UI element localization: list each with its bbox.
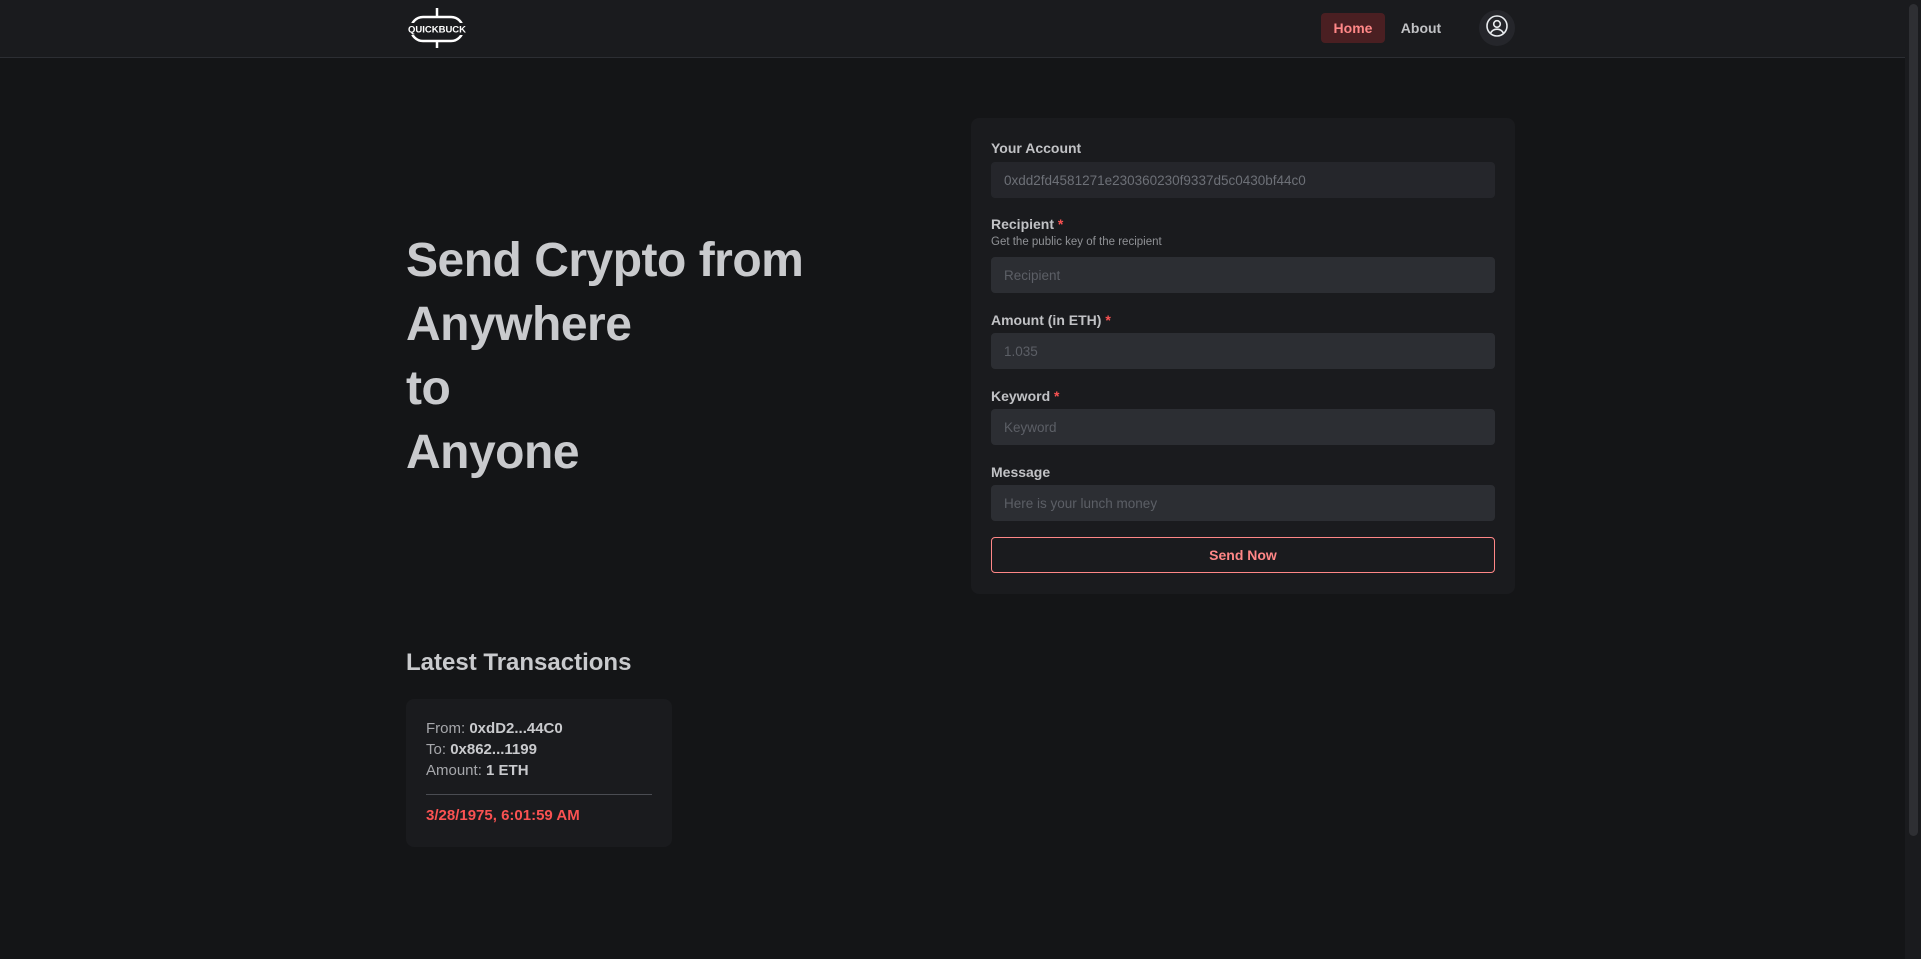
message-label: Message xyxy=(991,464,1051,480)
amount-label: Amount (in ETH) * xyxy=(991,312,1111,328)
tx-from-address: 0xdD2...44C0 xyxy=(469,720,563,737)
tx-from-label: From: xyxy=(426,720,466,737)
account-label: Your Account xyxy=(991,140,1082,156)
message-input[interactable] xyxy=(991,485,1495,521)
hero-line: Anywhere xyxy=(406,298,632,351)
recipient-label: Recipient * xyxy=(991,216,1063,232)
send-form-card: Your Account Recipient * Get the public … xyxy=(971,118,1515,594)
page: QUICKBUCK Home About Send Crypto from An… xyxy=(0,0,1921,959)
amount-label-text: Amount (in ETH) xyxy=(991,312,1102,328)
tx-amount: Amount: 1 ETH xyxy=(426,762,529,779)
tx-to-label: To: xyxy=(426,741,447,758)
scrollbar-thumb[interactable] xyxy=(1909,4,1918,836)
keyword-label: Keyword * xyxy=(991,388,1059,404)
tx-to-address: 0x862...1199 xyxy=(450,741,537,758)
keyword-input[interactable] xyxy=(991,409,1495,445)
required-mark: * xyxy=(1057,216,1064,232)
required-mark: * xyxy=(1105,312,1111,328)
logo-text: QUICKBUCK xyxy=(408,25,466,36)
hero-heading: Send Crypto from Anywhere to Anyone xyxy=(406,229,946,485)
tx-amount-label: Amount: xyxy=(426,762,482,779)
hero-line: Anyone xyxy=(406,426,580,479)
transaction-card: From: 0xdD2...44C0 To: 0x862...1199 Amou… xyxy=(406,699,672,847)
latest-transactions-title: Latest Transactions xyxy=(406,649,632,676)
user-menu-button[interactable] xyxy=(1479,10,1515,46)
user-circle-icon xyxy=(1485,14,1509,43)
recipient-label-text: Recipient xyxy=(991,216,1055,232)
tx-to: To: 0x862...1199 xyxy=(426,741,537,758)
account-field[interactable] xyxy=(991,162,1495,198)
send-now-button[interactable]: Send Now xyxy=(991,537,1495,573)
amount-input[interactable] xyxy=(991,333,1495,369)
recipient-description: Get the public key of the recipient xyxy=(991,236,1162,248)
nav-home-link[interactable]: Home xyxy=(1321,13,1385,43)
hero-line: Send Crypto from xyxy=(406,234,804,287)
tx-from: From: 0xdD2...44C0 xyxy=(426,720,563,737)
keyword-label-text: Keyword xyxy=(991,388,1051,404)
tx-timestamp: 3/28/1975, 6:01:59 AM xyxy=(426,807,580,824)
hero-line: to xyxy=(406,362,451,415)
nav-about-link[interactable]: About xyxy=(1393,13,1449,43)
top-header: QUICKBUCK Home About xyxy=(0,0,1905,58)
tx-amount-value: 1 ETH xyxy=(486,762,529,779)
required-mark: * xyxy=(1054,388,1060,404)
quickbuck-logo[interactable]: QUICKBUCK xyxy=(406,8,468,48)
page-scrollbar[interactable] xyxy=(1905,0,1921,959)
tx-divider xyxy=(426,794,652,795)
recipient-input[interactable] xyxy=(991,257,1495,293)
